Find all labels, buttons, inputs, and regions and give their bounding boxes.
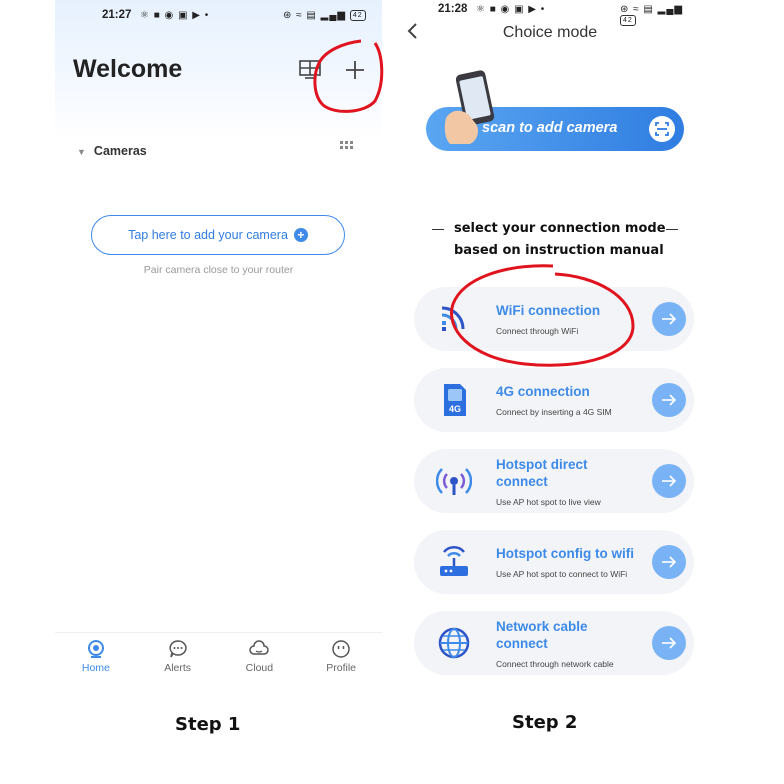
- status-bar: 21:27 ⚛ ■ ◉ ▣ ▶ • ⊛ ≈ ▤ ▂▄▆ 42: [55, 9, 382, 25]
- arrow-right-icon: [662, 475, 677, 487]
- go-arrow-wifi[interactable]: [652, 302, 686, 336]
- add-device-plus-icon[interactable]: [343, 58, 367, 82]
- tab-profile[interactable]: Profile: [300, 633, 382, 680]
- multi-view-grid-icon[interactable]: [299, 60, 321, 80]
- notification-icons: ⚛ ■ ◉ ▣ ▶ •: [140, 10, 210, 21]
- step1-label: Step 1: [175, 714, 241, 735]
- hotspot-icon: [436, 468, 472, 495]
- network-globe-icon: [438, 627, 470, 659]
- mode-name-network-cable-line2: connect: [496, 636, 548, 651]
- plus-circle-icon: +: [293, 228, 308, 242]
- mode-name-hotspot-direct-line2: connect: [496, 474, 548, 489]
- mode-desc-network-cable: Connect through network cable: [496, 659, 614, 669]
- router-icon: [440, 546, 468, 576]
- mode-desc-wifi: Connect through WiFi: [496, 326, 579, 336]
- qr-scan-icon: [649, 116, 675, 142]
- status-time-2: 21:28: [438, 3, 468, 15]
- tab-alerts-label: Alerts: [164, 662, 192, 674]
- go-arrow-network-cable[interactable]: [652, 626, 686, 660]
- mode-name-4g: 4G connection: [496, 384, 590, 399]
- mode-desc-hotspot-direct: Use AP hot spot to live view: [496, 497, 601, 507]
- mode-desc-hotspot-config: Use AP hot spot to connect to WiFi: [496, 569, 628, 579]
- scan-banner-label: scan to add camera: [482, 120, 618, 136]
- mode-card-network-cable[interactable]: Network cable connect Connect through ne…: [414, 611, 694, 675]
- cameras-label: Cameras: [93, 144, 147, 158]
- status-bar-2: 21:28 ⚛ ■ ◉ ▣ ▶ • ⊛ ≈ ▤ ▂▄▆ 42: [400, 3, 700, 26]
- wifi-signal-icon: [441, 306, 465, 331]
- cloud-icon: [249, 640, 270, 655]
- instruction-line-2: based on instruction manual: [454, 243, 664, 258]
- signal-icons: ⊛ ≈ ▤ ▂▄▆ 42: [283, 10, 366, 21]
- mode-card-hotspot-direct[interactable]: Hotspot direct connect Use AP hot spot t…: [414, 449, 694, 513]
- arrow-right-icon: [662, 556, 677, 568]
- tab-home[interactable]: Home: [55, 633, 137, 680]
- mode-name-hotspot-direct-line1: Hotspot direct: [496, 457, 588, 472]
- smiley-icon: [332, 640, 350, 658]
- page-title: Welcome: [73, 55, 183, 83]
- mode-card-hotspot-config[interactable]: Hotspot config to wifi Use AP hot spot t…: [414, 530, 694, 594]
- arrow-right-icon: [662, 394, 677, 406]
- collapse-triangle-icon: ▼: [77, 147, 86, 157]
- signal-icons-2: ⊛ ≈ ▤ ▂▄▆ 42: [620, 4, 684, 26]
- mode-name-hotspot-config: Hotspot config to wifi: [496, 546, 634, 561]
- mode-desc-4g: Connect by inserting a 4G SIM: [496, 407, 612, 417]
- add-camera-label: Tap here to add your camera: [128, 228, 288, 242]
- go-arrow-hotspot-direct[interactable]: [652, 464, 686, 498]
- mode-name-hotspot-direct: Hotspot direct connect: [496, 456, 588, 490]
- tab-cloud-label: Cloud: [245, 662, 274, 674]
- go-arrow-hotspot-config[interactable]: [652, 545, 686, 579]
- mode-name-network-cable: Network cable connect: [496, 618, 588, 652]
- home-icon: [87, 640, 104, 658]
- page-title-2: Choice mode: [502, 24, 598, 41]
- tab-home-label: Home: [81, 662, 110, 674]
- cameras-section-header[interactable]: ▼ Cameras: [77, 144, 147, 158]
- step1-screenshot: 21:27 ⚛ ■ ◉ ▣ ▶ • ⊛ ≈ ▤ ▂▄▆ 42 Welcome ▼…: [55, 0, 382, 690]
- left-dash: [432, 229, 444, 230]
- mode-card-wifi[interactable]: WiFi connection Connect through WiFi: [414, 287, 694, 351]
- arrow-right-icon: [662, 637, 677, 649]
- instruction-line-1: select your connection mode: [454, 221, 666, 236]
- mode-name-network-cable-line1: Network cable: [496, 619, 588, 634]
- mode-card-4g[interactable]: 4G 4G connection Connect by inserting a …: [414, 368, 694, 432]
- battery-icon: 42: [349, 10, 366, 21]
- tab-alerts[interactable]: Alerts: [137, 633, 219, 680]
- step2-screenshot: 21:28 ⚛ ■ ◉ ▣ ▶ • ⊛ ≈ ▤ ▂▄▆ 42 Choice mo…: [400, 0, 700, 680]
- mode-name-wifi: WiFi connection: [496, 303, 601, 318]
- svg-text:4G: 4G: [449, 404, 461, 414]
- notification-icons-2: ⚛ ■ ◉ ▣ ▶ •: [476, 4, 546, 15]
- chat-bubble-icon: [169, 640, 187, 658]
- tab-profile-label: Profile: [326, 662, 356, 674]
- layout-dots-icon[interactable]: [340, 141, 354, 151]
- add-camera-button[interactable]: Tap here to add your camera +: [91, 215, 345, 255]
- connection-mode-instruction: select your connection mode based on ins…: [454, 218, 666, 262]
- right-dash: [666, 229, 678, 230]
- step2-label: Step 2: [512, 712, 578, 733]
- arrow-right-icon: [662, 313, 677, 325]
- go-arrow-4g[interactable]: [652, 383, 686, 417]
- pair-hint: Pair camera close to your router: [143, 264, 294, 276]
- status-time: 21:27: [102, 9, 132, 21]
- tab-cloud[interactable]: Cloud: [219, 633, 301, 680]
- sim-card-icon: 4G: [444, 384, 466, 416]
- bottom-tab-bar: Home Alerts Cloud Profile: [55, 632, 382, 680]
